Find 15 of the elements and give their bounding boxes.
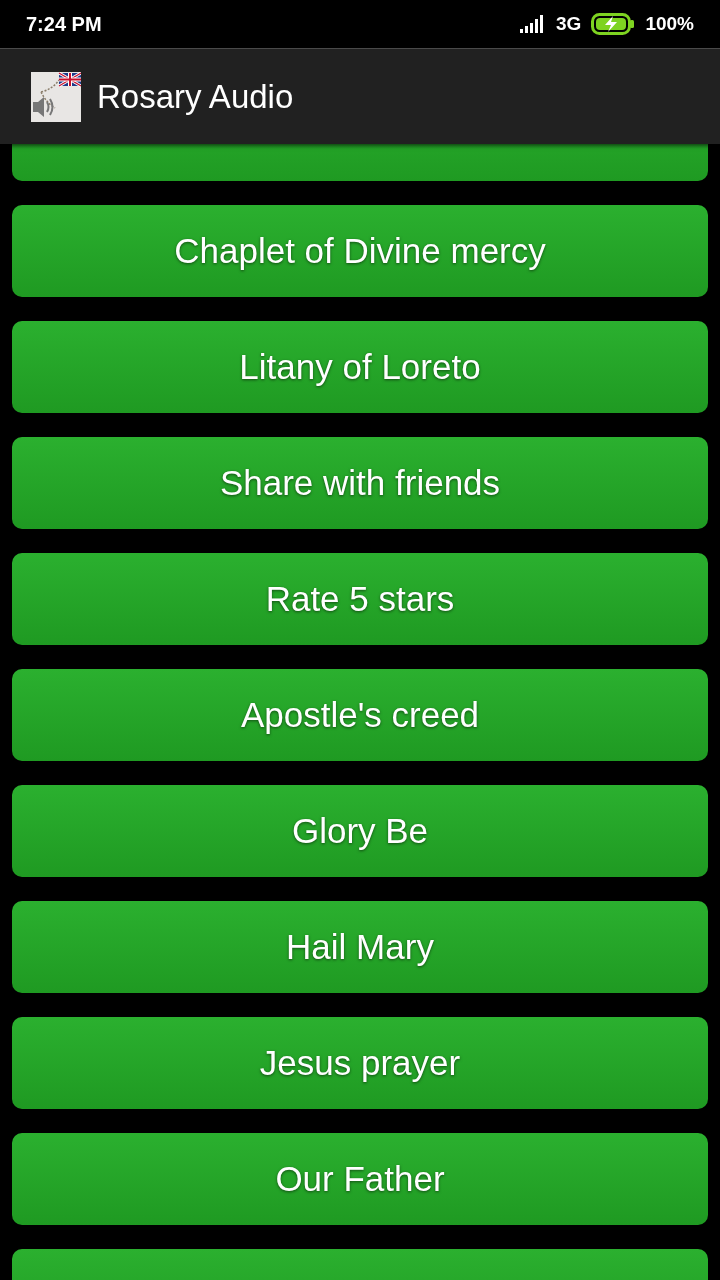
network-type: 3G <box>556 13 582 35</box>
battery-percentage: 100% <box>645 13 694 35</box>
menu-button[interactable]: Glory Be <box>12 785 708 877</box>
menu-button[interactable]: Chaplet of Divine mercy <box>12 205 708 297</box>
menu-button[interactable]: Hail Mary <box>12 901 708 993</box>
battery-icon <box>591 13 636 35</box>
app-icon <box>31 71 81 122</box>
clock-time: 7:24 PM <box>26 12 102 36</box>
menu-button[interactable]: Jesus prayer <box>12 1017 708 1109</box>
menu-button[interactable]: Litany of Loreto <box>12 321 708 413</box>
menu-button[interactable]: Rate 5 stars <box>12 553 708 645</box>
menu-button[interactable]: Apostle's creed <box>12 669 708 761</box>
menu-button[interactable]: Share with friends <box>12 437 708 529</box>
menu-button[interactable]: Our Father <box>12 1133 708 1225</box>
app-title: Rosary Audio <box>97 77 294 116</box>
